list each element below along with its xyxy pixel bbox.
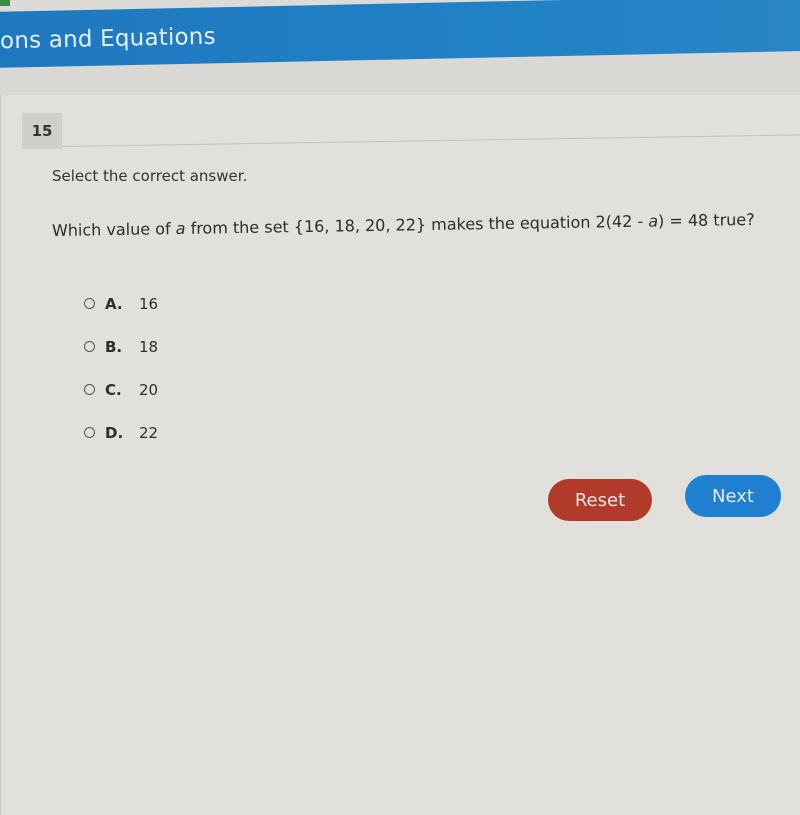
option-c[interactable]: C. 20 (84, 368, 158, 411)
radio-button[interactable] (84, 298, 95, 309)
app-icon (0, 0, 10, 6)
question-number: 15 (22, 113, 62, 149)
radio-button[interactable] (84, 341, 95, 352)
question-part: Which value of (51, 219, 176, 240)
option-letter: A. (105, 294, 123, 313)
option-value: 18 (139, 337, 159, 356)
reset-button[interactable]: Reset (548, 479, 652, 521)
question-part: ) = 48 true? (657, 209, 755, 231)
radio-button[interactable] (84, 427, 95, 438)
question-panel (0, 95, 800, 815)
option-a[interactable]: A. 16 (84, 282, 158, 325)
option-value: 20 (139, 380, 159, 399)
variable: a (648, 211, 659, 231)
instruction-text: Select the correct answer. (52, 167, 248, 185)
option-letter: D. (105, 423, 124, 442)
option-b[interactable]: B. 18 (84, 325, 158, 368)
variable: a (175, 218, 186, 239)
option-value: 22 (139, 423, 159, 442)
option-letter: B. (105, 337, 123, 356)
next-button[interactable]: Next (685, 475, 781, 517)
page-title: ons and Equations (0, 23, 217, 55)
answer-options: A. 16 B. 18 C. 20 D. 22 (84, 282, 158, 454)
option-letter: C. (105, 380, 122, 399)
radio-button[interactable] (84, 384, 95, 395)
option-value: 16 (139, 294, 159, 313)
option-d[interactable]: D. 22 (84, 411, 158, 454)
